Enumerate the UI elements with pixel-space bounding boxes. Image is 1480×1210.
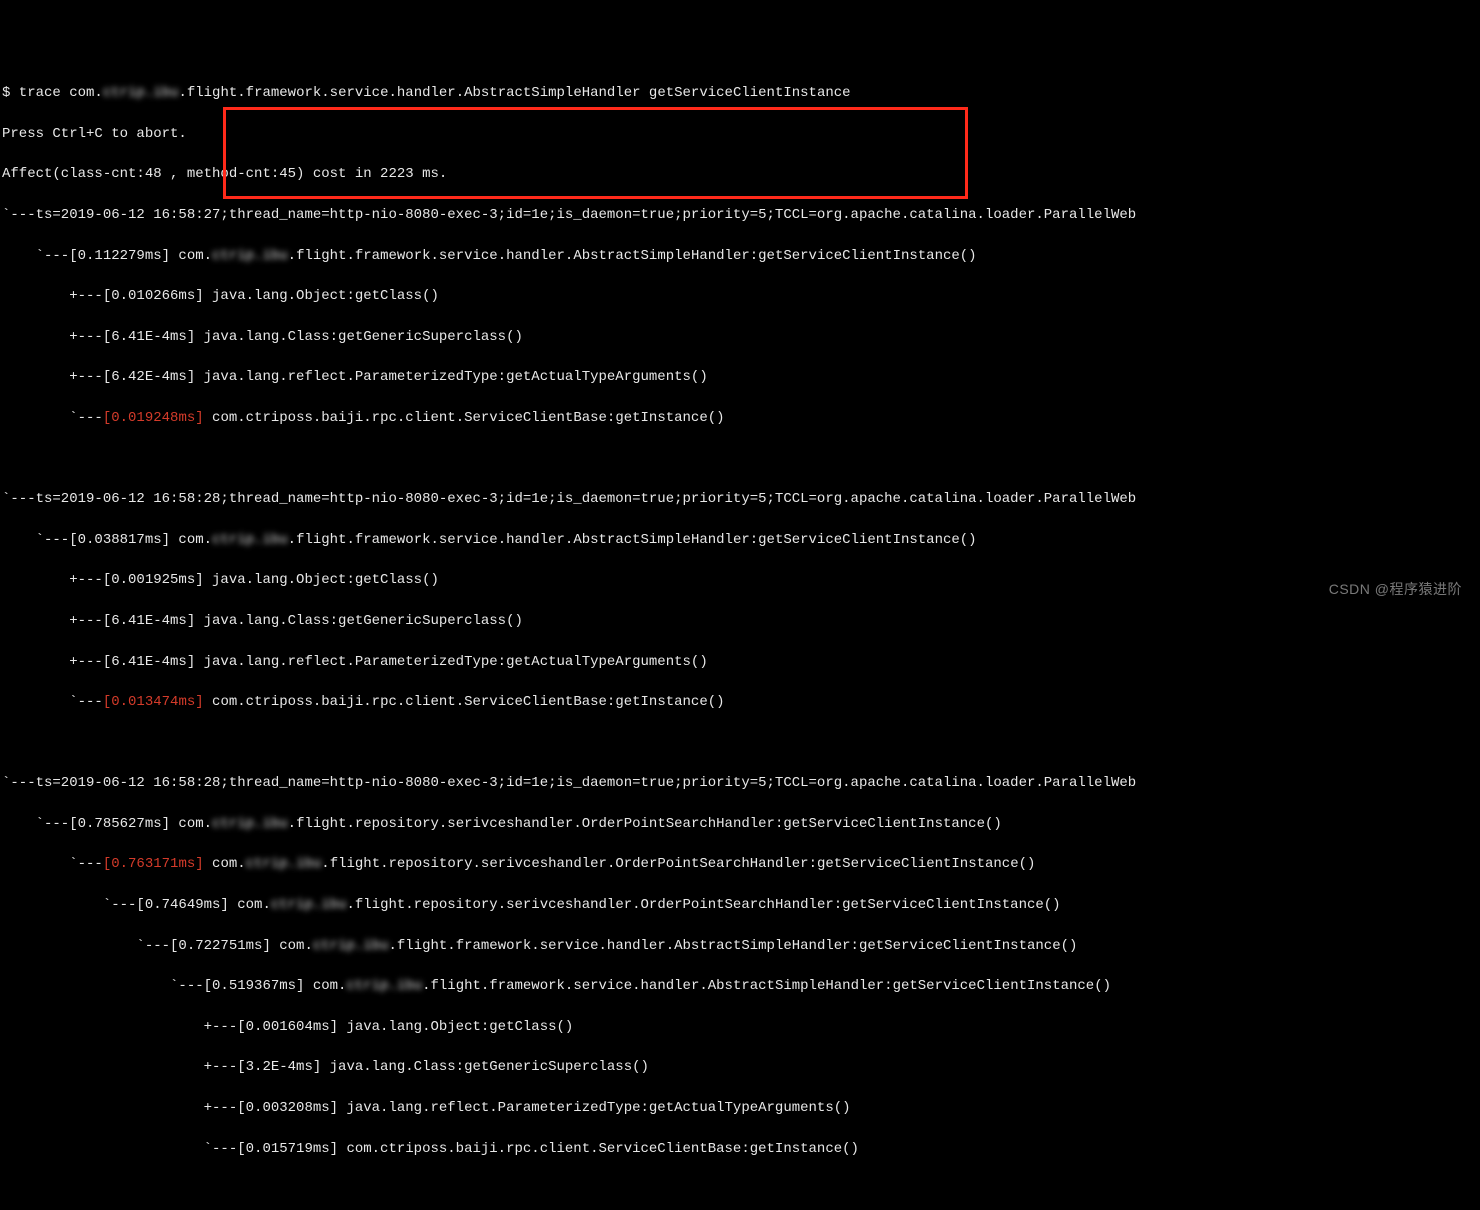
trace-row: `---[0.722751ms] com.ctrip.ibu.flight.fr… (2, 936, 1480, 956)
timing-highlight: [0.019248ms] (103, 410, 204, 426)
watermark-text: CSDN @程序猿进阶 (1329, 579, 1462, 599)
redacted-text: ctrip.ibu (103, 83, 179, 103)
redacted-text: ctrip.ibu (212, 246, 288, 266)
trace-header: `---ts=2019-06-12 16:58:28;thread_name=h… (2, 773, 1480, 793)
trace-row: +---[0.003208ms] java.lang.reflect.Param… (2, 1098, 1480, 1118)
trace-row: +---[6.41E-4ms] java.lang.reflect.Parame… (2, 652, 1480, 672)
trace-row: `---[0.019248ms] com.ctriposs.baiji.rpc.… (2, 408, 1480, 428)
blank-line (2, 449, 1480, 469)
trace-row: `---[0.013474ms] com.ctriposs.baiji.rpc.… (2, 692, 1480, 712)
trace-row: +---[0.001604ms] java.lang.Object:getCla… (2, 1017, 1480, 1037)
blank-line (2, 733, 1480, 753)
redacted-text: ctrip.ibu (271, 895, 347, 915)
trace-row: +---[0.010266ms] java.lang.Object:getCla… (2, 286, 1480, 306)
abort-hint: Press Ctrl+C to abort. (2, 124, 1480, 144)
trace-row: `---[0.519367ms] com.ctrip.ibu.flight.fr… (2, 976, 1480, 996)
affect-summary: Affect(class-cnt:48 , method-cnt:45) cos… (2, 164, 1480, 184)
redacted-text: ctrip.ibu (346, 976, 422, 996)
trace-header: `---ts=2019-06-12 16:58:27;thread_name=h… (2, 205, 1480, 225)
redacted-text: ctrip.ibu (212, 814, 288, 834)
trace-row: +---[6.41E-4ms] java.lang.Class:getGener… (2, 611, 1480, 631)
trace-row: +---[0.001925ms] java.lang.Object:getCla… (2, 570, 1480, 590)
timing-highlight: [0.013474ms] (103, 694, 204, 710)
trace-row: `---[0.038817ms] com.ctrip.ibu.flight.fr… (2, 530, 1480, 550)
trace-row: `---[0.785627ms] com.ctrip.ibu.flight.re… (2, 814, 1480, 834)
trace-row: +---[6.41E-4ms] java.lang.Class:getGener… (2, 327, 1480, 347)
command-line: $ trace com.ctrip.ibu.flight.framework.s… (2, 83, 1480, 103)
redacted-text: ctrip.ibu (246, 854, 322, 874)
timing-highlight: [0.763171ms] (103, 856, 204, 872)
trace-row: +---[6.42E-4ms] java.lang.reflect.Parame… (2, 367, 1480, 387)
trace-row: `---[0.015719ms] com.ctriposs.baiji.rpc.… (2, 1139, 1480, 1159)
trace-header: `---ts=2019-06-12 16:58:28;thread_name=h… (2, 489, 1480, 509)
redacted-text: ctrip.ibu (212, 530, 288, 550)
annotation-rectangle (223, 107, 968, 199)
redacted-text: ctrip.ibu (313, 936, 389, 956)
trace-row: `---[0.763171ms] com.ctrip.ibu.flight.re… (2, 854, 1480, 874)
trace-row: `---[0.112279ms] com.ctrip.ibu.flight.fr… (2, 246, 1480, 266)
trace-row: `---[0.74649ms] com.ctrip.ibu.flight.rep… (2, 895, 1480, 915)
trace-row: +---[3.2E-4ms] java.lang.Class:getGeneri… (2, 1057, 1480, 1077)
